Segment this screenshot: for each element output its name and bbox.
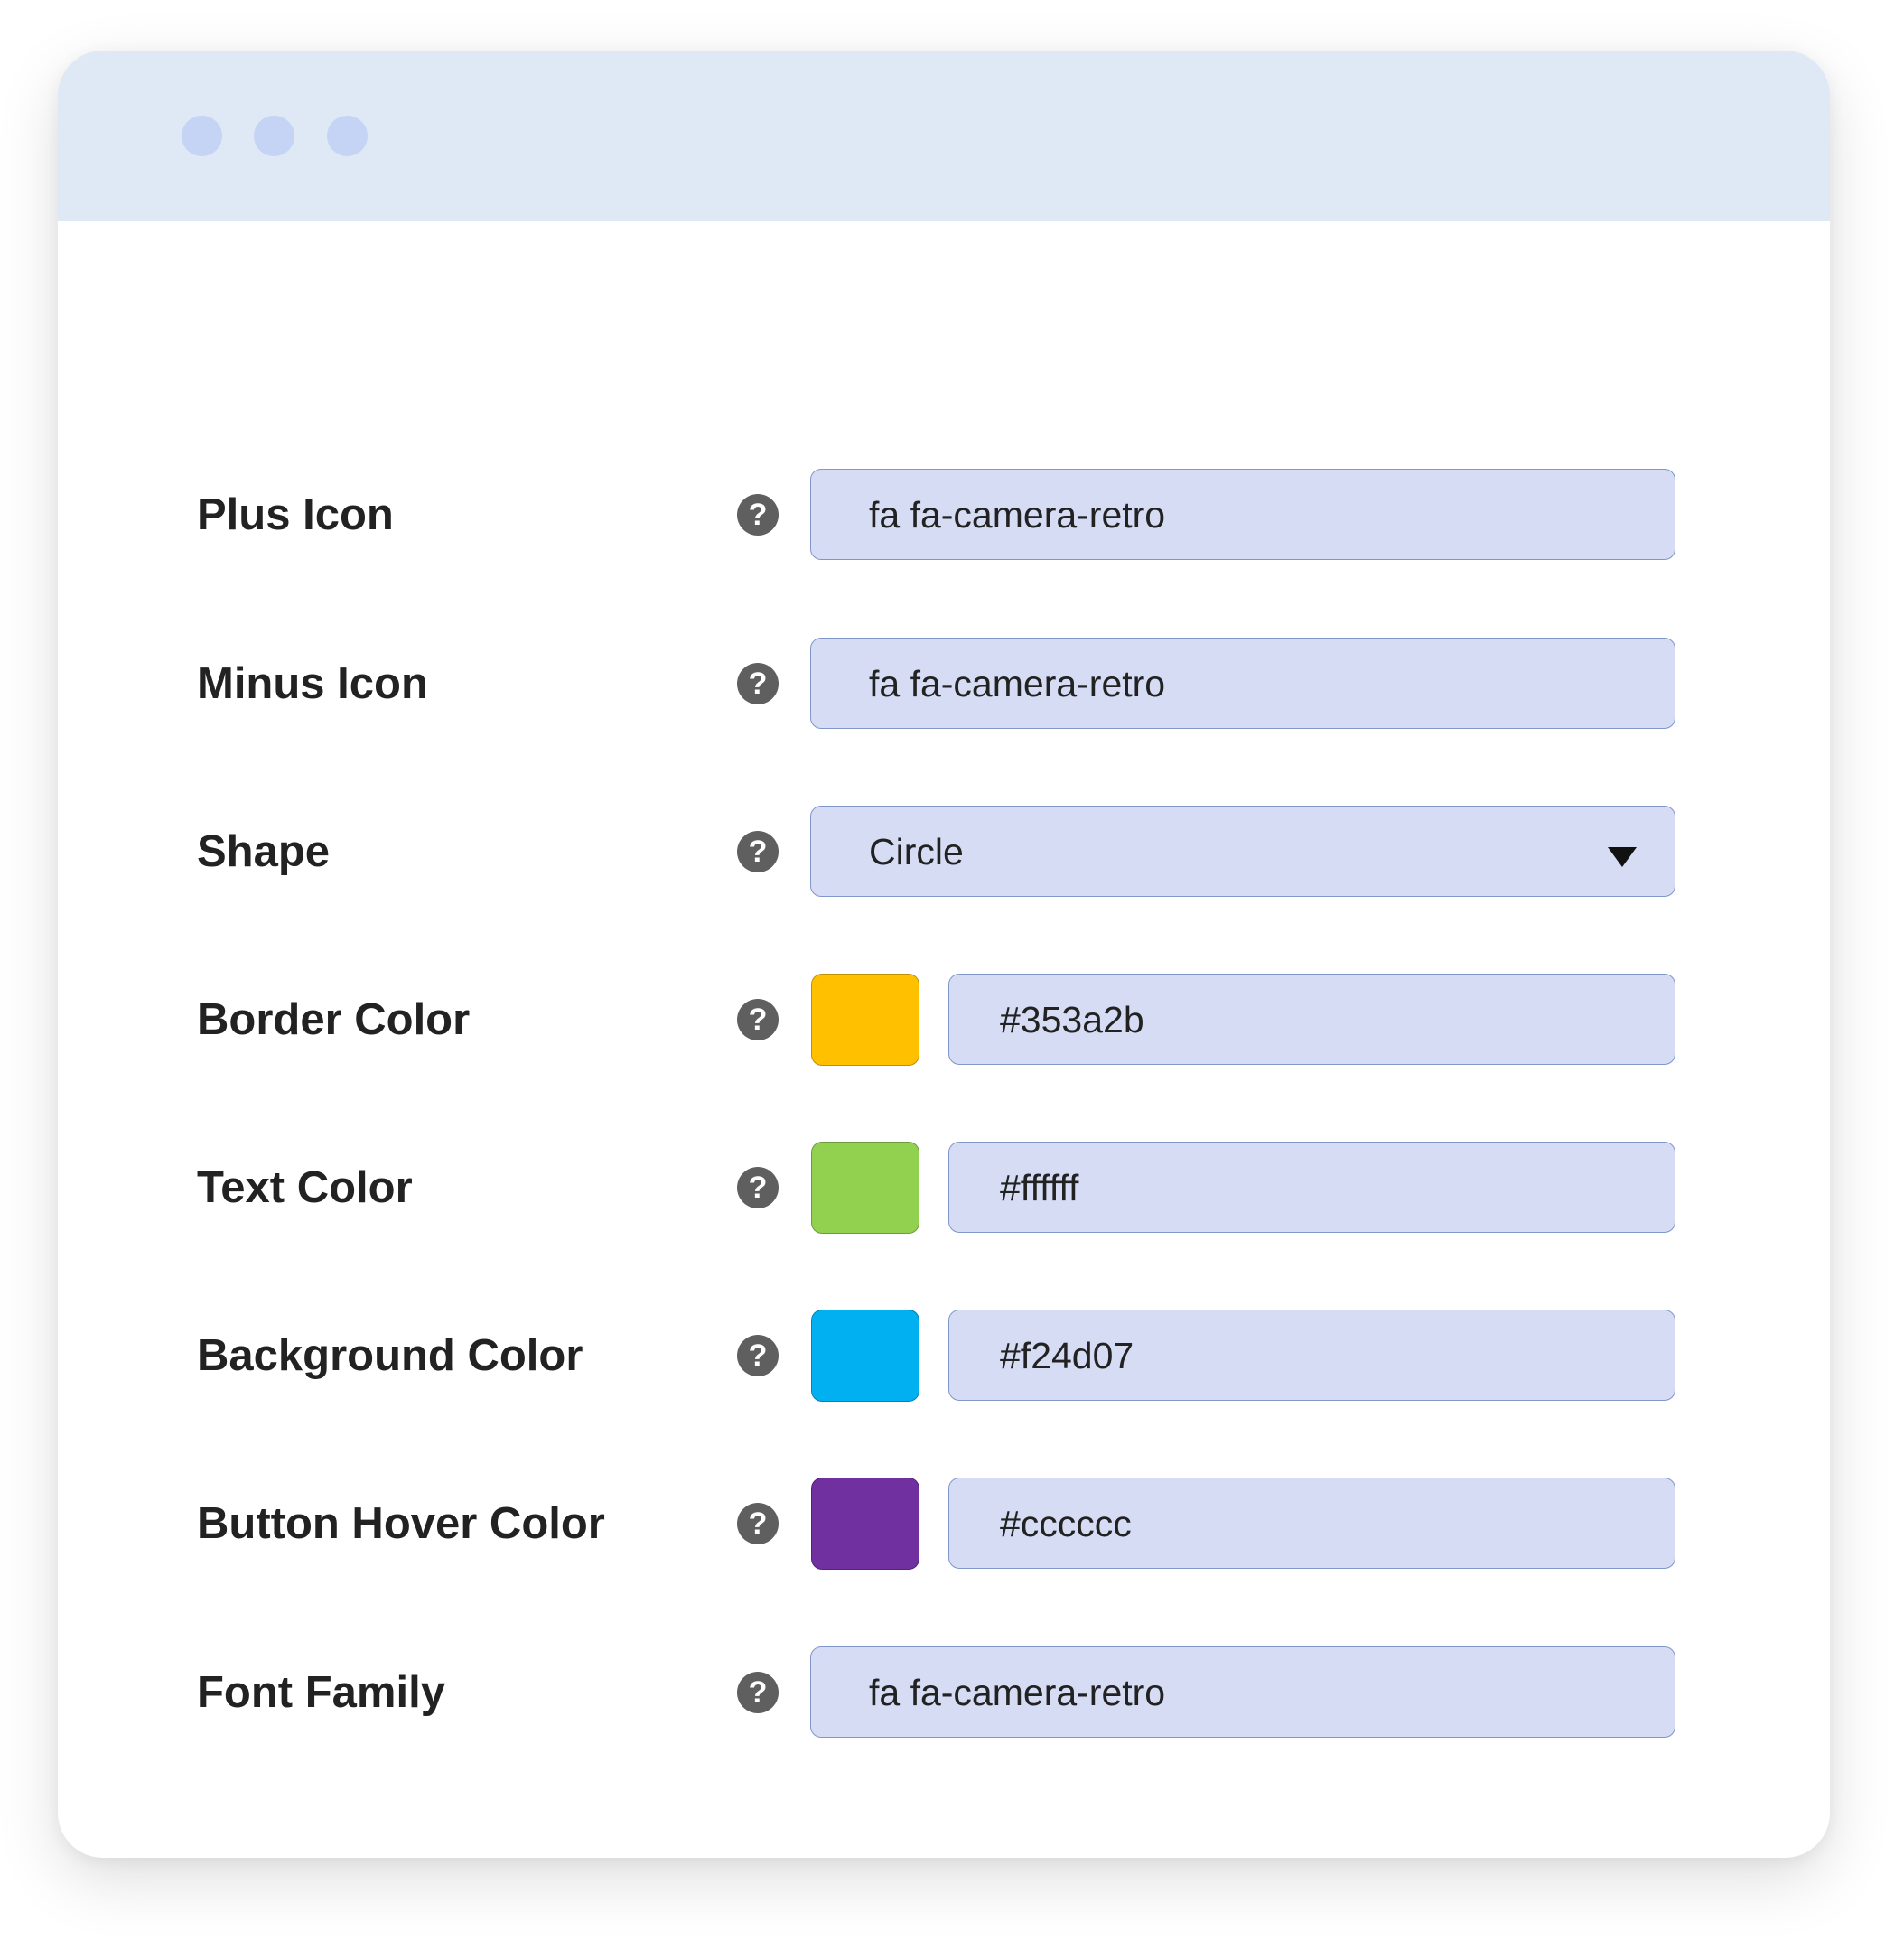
- setting-label: Shape: [197, 827, 331, 876]
- setting-row-shape: Shape ? Circle: [58, 806, 1830, 899]
- setting-label: Border Color: [197, 995, 471, 1044]
- input-value: #f24d07: [1000, 1335, 1134, 1376]
- help-icon[interactable]: ?: [737, 663, 779, 704]
- help-icon[interactable]: ?: [737, 999, 779, 1040]
- help-icon[interactable]: ?: [737, 1167, 779, 1208]
- window-minimize-dot[interactable]: [254, 116, 294, 156]
- setting-row-font-family: Font Family ? fa fa-camera-retro: [58, 1646, 1830, 1739]
- input-value: #353a2b: [1000, 999, 1144, 1040]
- setting-row-background-color: Background Color ? #f24d07: [58, 1310, 1830, 1403]
- text-color-input[interactable]: #ffffff: [948, 1142, 1675, 1233]
- color-swatch[interactable]: [811, 1142, 919, 1234]
- input-value: #ffffff: [1000, 1167, 1079, 1208]
- setting-label: Minus Icon: [197, 659, 428, 708]
- setting-label: Font Family: [197, 1668, 445, 1717]
- color-swatch[interactable]: [811, 1310, 919, 1402]
- window-titlebar: [58, 51, 1830, 221]
- window-maximize-dot[interactable]: [327, 116, 368, 156]
- input-value: fa fa-camera-retro: [869, 1672, 1166, 1713]
- setting-row-plus-icon: Plus Icon ? fa fa-camera-retro: [58, 469, 1830, 562]
- button-hover-color-input[interactable]: #cccccc: [948, 1478, 1675, 1569]
- plus-icon-input[interactable]: fa fa-camera-retro: [810, 469, 1675, 560]
- setting-label: Button Hover Color: [197, 1499, 605, 1548]
- setting-label: Background Color: [197, 1331, 583, 1380]
- color-swatch[interactable]: [811, 1478, 919, 1570]
- input-value: fa fa-camera-retro: [869, 663, 1166, 704]
- setting-row-border-color: Border Color ? #353a2b: [58, 974, 1830, 1067]
- input-value: fa fa-camera-retro: [869, 494, 1166, 536]
- minus-icon-input[interactable]: fa fa-camera-retro: [810, 638, 1675, 729]
- setting-label: Plus Icon: [197, 490, 394, 539]
- window-close-dot[interactable]: [182, 116, 222, 156]
- setting-label: Text Color: [197, 1163, 413, 1212]
- input-value: #cccccc: [1000, 1503, 1132, 1544]
- setting-row-minus-icon: Minus Icon ? fa fa-camera-retro: [58, 638, 1830, 731]
- select-value: Circle: [869, 831, 964, 872]
- help-icon[interactable]: ?: [737, 831, 779, 872]
- border-color-input[interactable]: #353a2b: [948, 974, 1675, 1065]
- help-icon[interactable]: ?: [737, 1672, 779, 1713]
- background-color-input[interactable]: #f24d07: [948, 1310, 1675, 1401]
- settings-window: Plus Icon ? fa fa-camera-retro Minus Ico…: [58, 51, 1830, 1858]
- font-family-input[interactable]: fa fa-camera-retro: [810, 1646, 1675, 1738]
- shape-select[interactable]: Circle: [810, 806, 1675, 897]
- chevron-down-icon: [1608, 847, 1637, 867]
- setting-row-button-hover-color: Button Hover Color ? #cccccc: [58, 1478, 1830, 1571]
- help-icon[interactable]: ?: [737, 494, 779, 536]
- help-icon[interactable]: ?: [737, 1335, 779, 1376]
- help-icon[interactable]: ?: [737, 1503, 779, 1544]
- color-swatch[interactable]: [811, 974, 919, 1066]
- setting-row-text-color: Text Color ? #ffffff: [58, 1142, 1830, 1235]
